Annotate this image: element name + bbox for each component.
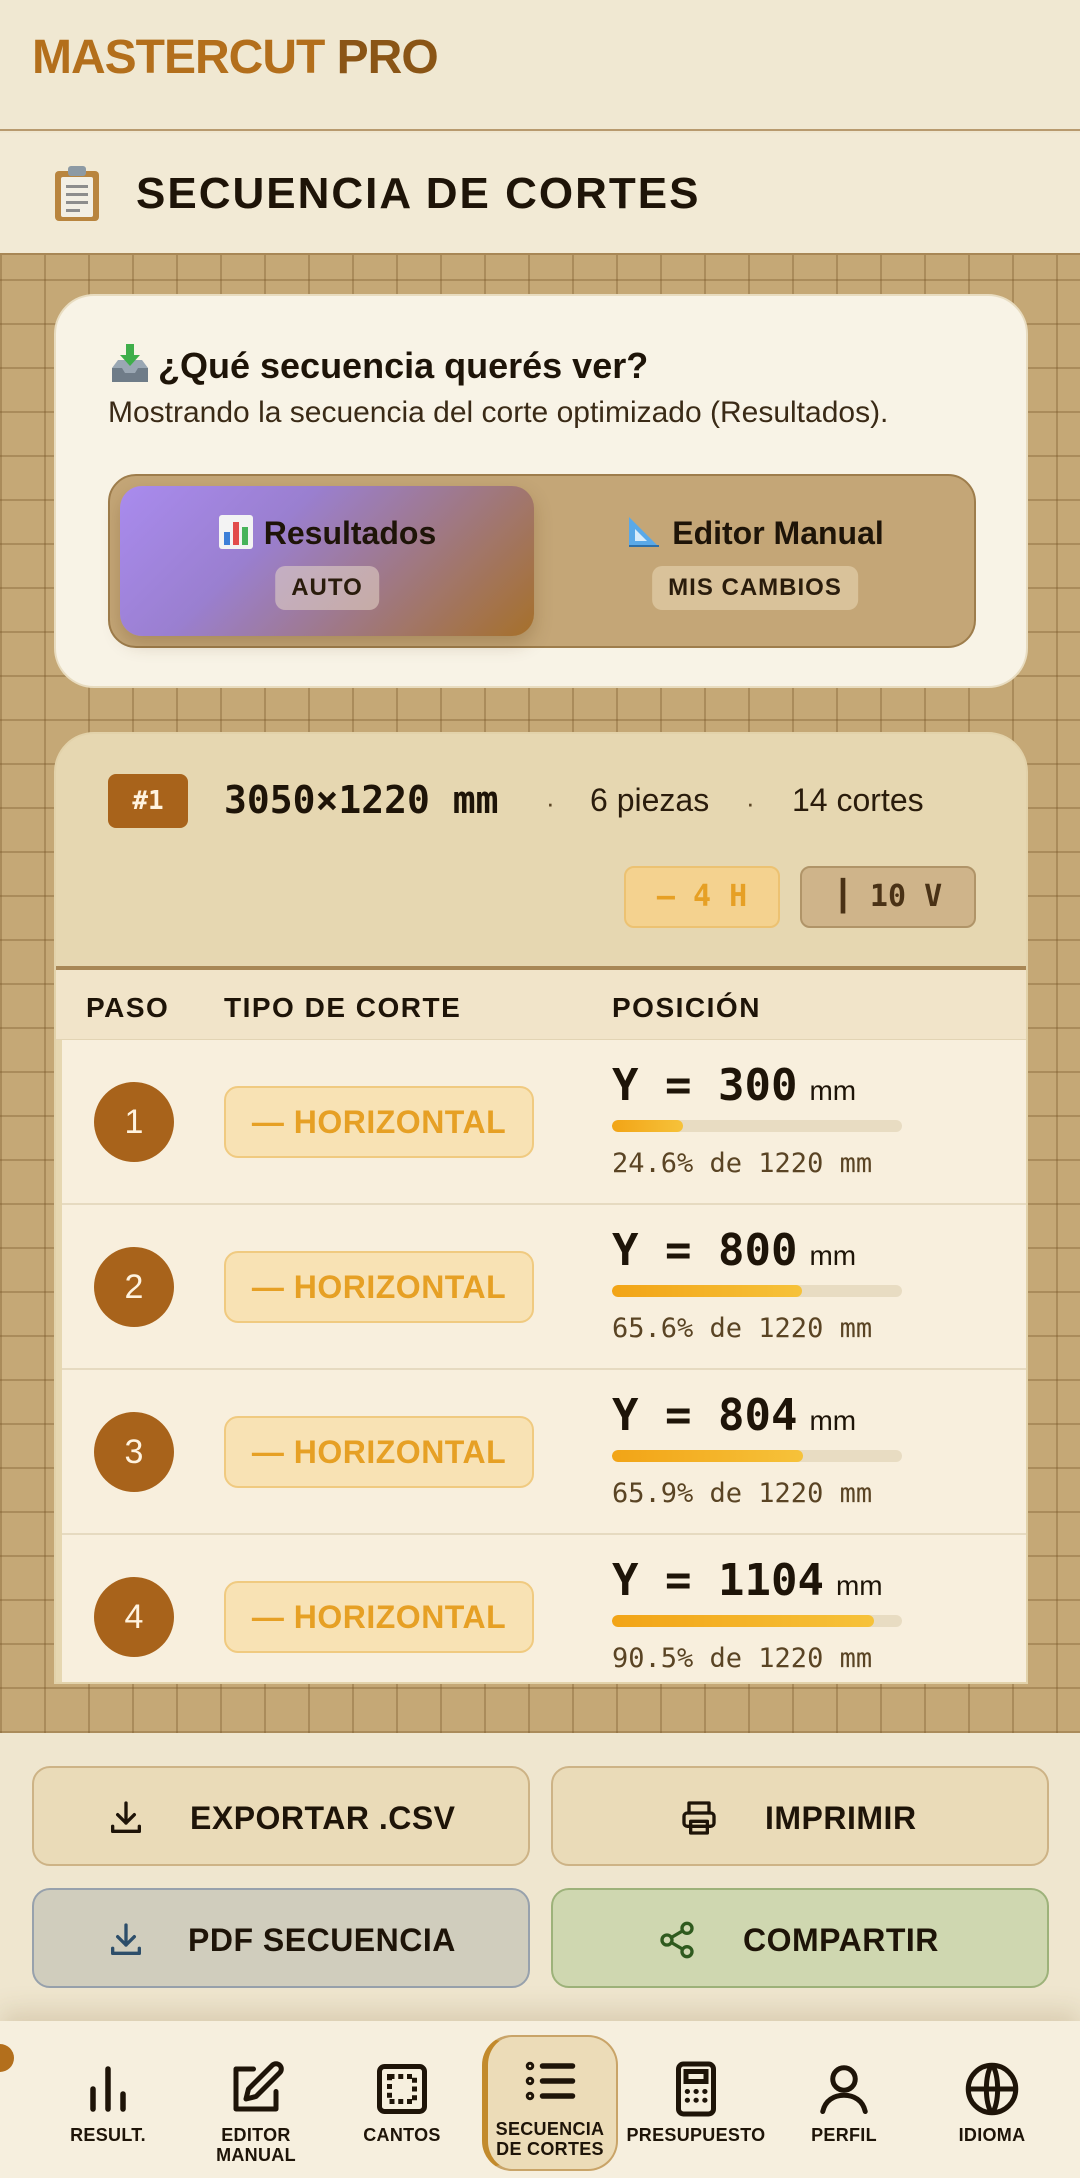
nav-editor-manual[interactable]: EDITOR MANUAL xyxy=(186,2021,326,2178)
nav-presupuesto[interactable]: PRESUPUESTO xyxy=(626,2021,766,2178)
header-step: PASO xyxy=(86,992,170,1023)
triangle-ruler-icon xyxy=(629,517,660,547)
user-icon xyxy=(820,2065,868,2114)
page-title: SECUENCIA DE CORTES xyxy=(136,169,701,218)
cut-type-pill: — HORIZONTAL xyxy=(224,1251,534,1323)
position-percent: 65.9% de 1220 mm xyxy=(612,1478,873,1509)
share-icon xyxy=(660,1921,694,1959)
app-bar: MASTERCUT PRO xyxy=(0,0,1080,131)
step-number: 4 xyxy=(94,1577,174,1657)
share-button[interactable]: COMPARTIR xyxy=(551,1888,1049,1988)
position-bar xyxy=(612,1615,902,1627)
globe-icon xyxy=(965,2062,1019,2116)
selector-title: ¿Qué secuencia querés ver? xyxy=(108,342,648,387)
bar-chart-icon xyxy=(218,515,253,549)
action-bar: EXPORTAR .CSV IMPRIMIR PDF SECUENCIA COM… xyxy=(0,1733,1080,2021)
page-header: SECUENCIA DE CORTES xyxy=(0,133,1080,253)
header-type: TIPO DE CORTE xyxy=(224,992,462,1023)
position-percent: 24.6% de 1220 mm xyxy=(612,1148,873,1179)
edit-icon xyxy=(233,2061,284,2112)
clipboard-icon xyxy=(55,166,99,221)
bottom-nav: RESULT. EDITOR MANUAL CANTOS SECUENCIA D… xyxy=(0,2021,1080,2178)
sheet-dimensions: 3050×1220 mm xyxy=(224,778,499,822)
printer-icon xyxy=(682,1801,716,1835)
position-bar xyxy=(612,1285,902,1297)
export-csv-button[interactable]: EXPORTAR .CSV xyxy=(32,1766,530,1866)
pdf-sequence-button[interactable]: PDF SECUENCIA xyxy=(32,1888,530,1988)
position-percent: 65.6% de 1220 mm xyxy=(612,1313,873,1344)
step-number: 2 xyxy=(94,1247,174,1327)
vertical-cuts-chip: ┃ 10 V xyxy=(800,866,976,928)
sheet-number-badge: #1 xyxy=(108,774,188,828)
selector-description: Mostrando la secuencia del corte optimiz… xyxy=(108,396,889,429)
app-title: MASTERCUT PRO xyxy=(32,31,439,84)
cut-type-pill: — HORIZONTAL xyxy=(224,1416,534,1488)
frame-icon xyxy=(377,2064,427,2114)
cut-rows: 1 — HORIZONTAL Y = 300 mm 24.6% de 1220 m… xyxy=(62,1040,1026,1682)
separator-dot: · xyxy=(746,788,755,818)
list-icon xyxy=(525,2061,576,2101)
cuts-count: 14 cortes xyxy=(792,782,924,818)
nav-cantos[interactable]: CANTOS xyxy=(332,2021,472,2178)
nav-perfil[interactable]: PERFIL xyxy=(774,2021,914,2178)
horizontal-cuts-chip: — 4 H xyxy=(624,866,780,928)
separator-dot: · xyxy=(546,788,555,818)
sequence-selector-card: ¿Qué secuencia querés ver? Mostrando la … xyxy=(54,294,1028,688)
calculator-icon xyxy=(676,2061,716,2117)
table-row[interactable]: 3 — HORIZONTAL Y = 804 mm 65.9% de 1220 m… xyxy=(62,1370,1026,1535)
pieces-count: 6 piezas xyxy=(590,782,710,818)
sequence-toggle: Resultados AUTO Editor Manual MIS CAMBIO… xyxy=(108,474,976,648)
cut-type-pill: — HORIZONTAL xyxy=(224,1581,534,1653)
print-button[interactable]: IMPRIMIR xyxy=(551,1766,1049,1866)
option-editor-manual[interactable]: Editor Manual MIS CAMBIOS xyxy=(548,486,962,636)
nav-secuencia[interactable]: SECUENCIA DE CORTES xyxy=(478,2021,622,2178)
inbox-tray-icon xyxy=(112,344,148,382)
cut-position: Y = 804 mm xyxy=(612,1390,857,1441)
mis-cambios-badge: MIS CAMBIOS xyxy=(652,566,858,610)
header-position: POSICIÓN xyxy=(612,992,761,1023)
sheet-card: #1 3050×1220 mm · 6 piezas · 14 cortes —… xyxy=(54,732,1028,1684)
cut-position: Y = 300 mm xyxy=(612,1060,857,1111)
table-header: PASO TIPO DE CORTE POSICIÓN xyxy=(56,970,1026,1040)
step-number: 3 xyxy=(94,1412,174,1492)
cut-type-pill: — HORIZONTAL xyxy=(224,1086,534,1158)
nav-result[interactable]: RESULT. xyxy=(38,2021,178,2178)
position-bar xyxy=(612,1120,902,1132)
position-bar xyxy=(612,1450,902,1462)
position-percent: 90.5% de 1220 mm xyxy=(612,1643,873,1674)
cut-position: Y = 1104 mm xyxy=(612,1555,883,1606)
bar-chart-icon xyxy=(90,2066,126,2112)
step-number: 1 xyxy=(94,1082,174,1162)
cut-position: Y = 800 mm xyxy=(612,1225,857,1276)
download-icon xyxy=(111,1923,141,1955)
table-row[interactable]: 2 — HORIZONTAL Y = 800 mm 65.6% de 1220 m… xyxy=(62,1205,1026,1370)
table-row[interactable]: 1 — HORIZONTAL Y = 300 mm 24.6% de 1220 m… xyxy=(62,1040,1026,1205)
table-row[interactable]: 4 — HORIZONTAL Y = 1104 mm 90.5% de 1220 … xyxy=(62,1535,1026,1682)
download-icon xyxy=(111,1801,141,1833)
option-resultados[interactable]: Resultados AUTO xyxy=(120,486,534,636)
auto-badge: AUTO xyxy=(275,566,379,610)
nav-idioma[interactable]: IDIOMA xyxy=(922,2021,1062,2178)
